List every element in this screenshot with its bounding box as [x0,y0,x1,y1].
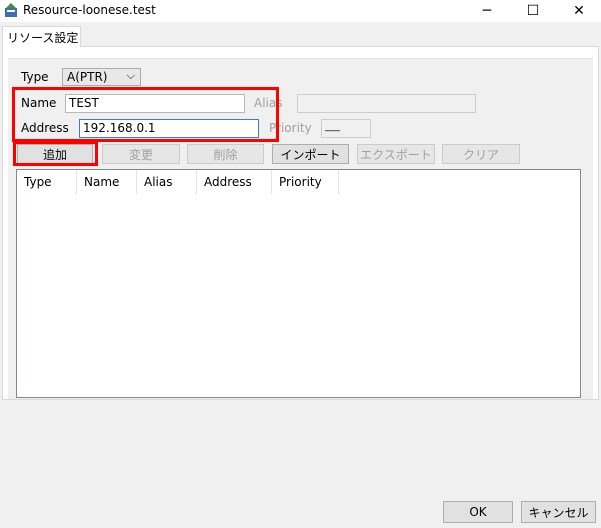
name-label: Name [21,96,57,110]
column-header-type[interactable]: Type [17,170,77,194]
minimize-icon: ─ [482,3,492,19]
type-select[interactable]: A(PTR) ⌵ [62,68,141,86]
change-button[interactable]: 変更 [102,144,180,164]
cancel-button[interactable]: キャンセル [521,501,596,523]
column-header-priority[interactable]: Priority [272,170,339,194]
app-icon [5,3,17,17]
clear-button[interactable]: クリア [442,144,520,164]
tab-resource-settings[interactable]: リソース設定 [2,26,81,47]
import-button[interactable]: インポート [272,144,349,164]
minimize-button[interactable]: ─ [464,0,510,22]
delete-button[interactable]: 削除 [187,144,264,164]
name-input[interactable]: TEST [65,94,245,113]
ok-button[interactable]: OK [443,501,513,523]
export-button[interactable]: エクスポート [357,144,435,164]
address-input[interactable]: 192.168.0.1 [79,119,259,138]
window-title: Resource-loonese.test [23,3,156,17]
chevron-down-icon: ⌵ [126,69,135,82]
maximize-button[interactable]: ☐ [510,0,556,22]
priority-input[interactable]: ___ [321,119,371,138]
type-label: Type [21,70,49,84]
resource-list[interactable] [16,169,581,398]
alias-input[interactable] [297,94,476,113]
close-icon: ✕ [573,3,585,19]
column-header-name[interactable]: Name [77,170,137,194]
alias-label: Alias [254,96,283,110]
maximize-icon: ☐ [526,3,540,19]
address-label: Address [21,121,69,135]
column-header-address[interactable]: Address [197,170,272,194]
priority-label: Priority [269,121,312,135]
close-button[interactable]: ✕ [556,0,601,22]
type-select-value: A(PTR) [67,70,108,84]
column-header-alias[interactable]: Alias [137,170,197,194]
add-button[interactable]: 追加 [17,144,93,164]
